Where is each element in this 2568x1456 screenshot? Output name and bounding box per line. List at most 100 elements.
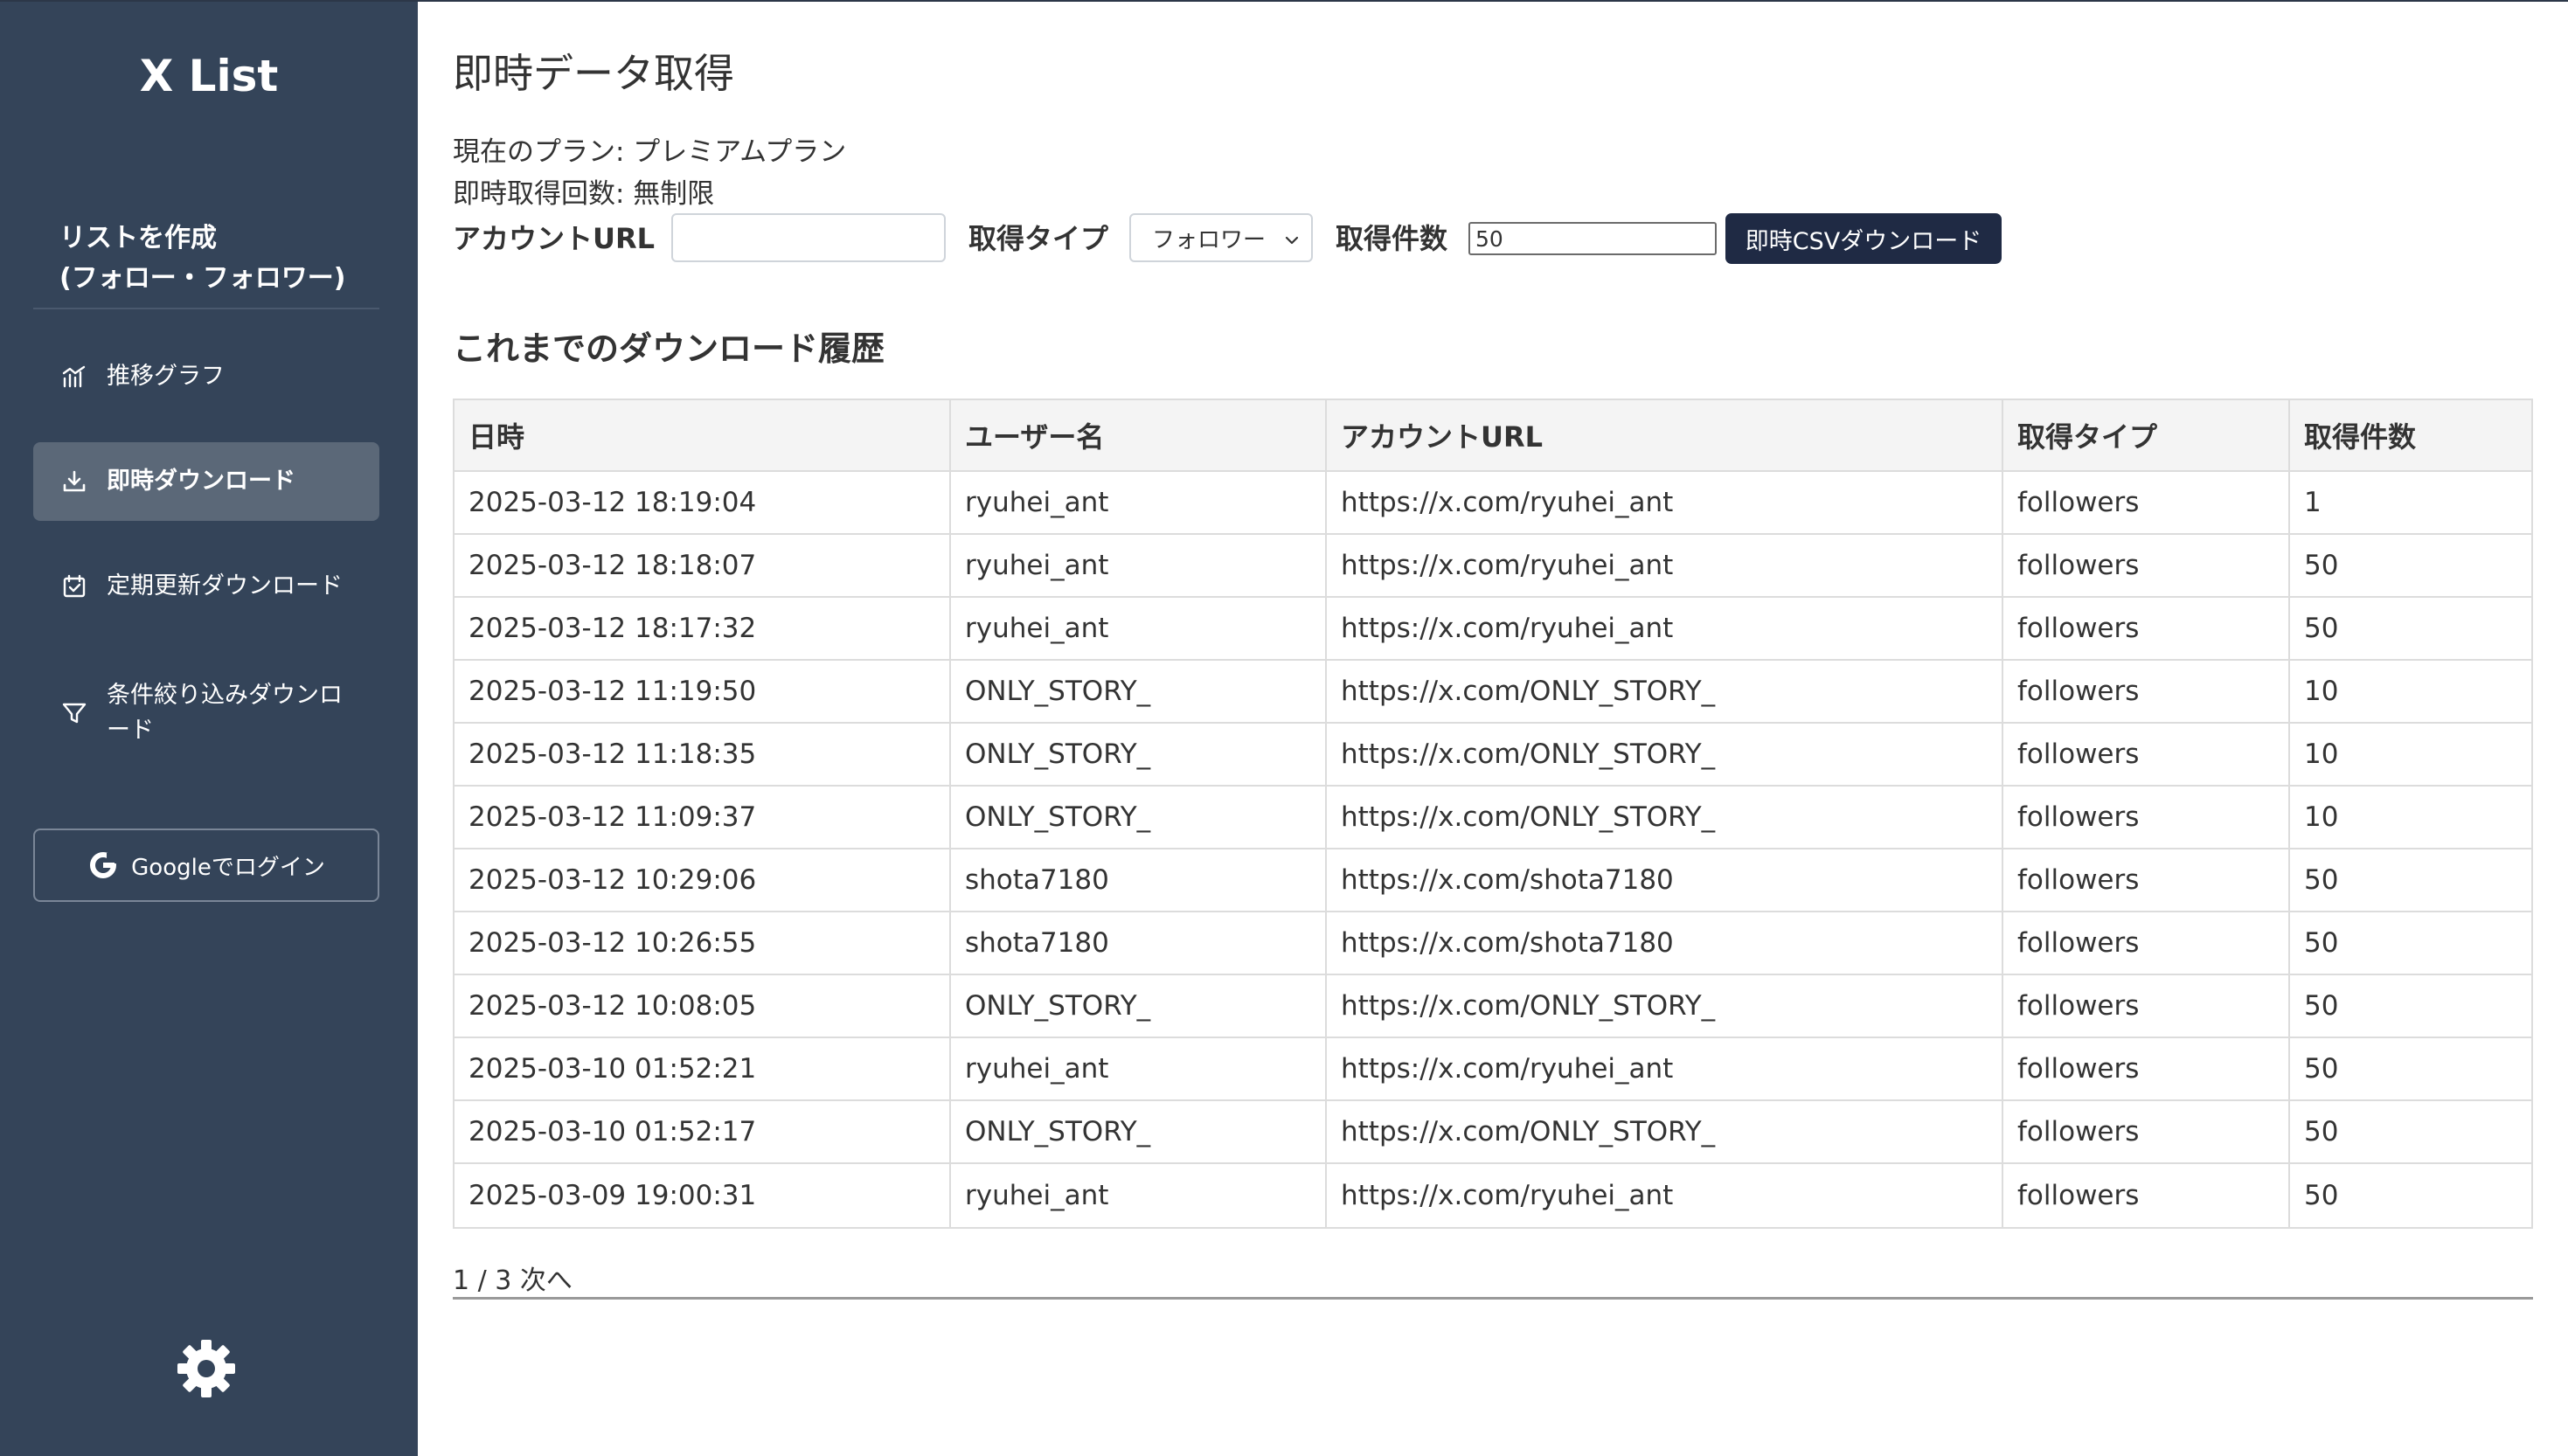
username-cell: ryuhei_ant <box>951 1164 1327 1227</box>
google-icon <box>87 849 119 881</box>
count-cell: 50 <box>2304 613 2339 644</box>
next-page-link[interactable]: 次へ <box>520 1265 573 1296</box>
account-url-cell: https://x.com/ryuhei_ant <box>1327 472 2003 533</box>
datetime-cell: 2025-03-12 10:29:06 <box>455 849 951 911</box>
sidebar-item-trend-graph[interactable]: 推移グラフ <box>33 337 379 416</box>
quota-text: 即時取得回数: 無制限 <box>453 178 715 210</box>
count-cell: 10 <box>2304 801 2339 833</box>
table-row: 2025-03-12 11:19:50 ONLY_STORY_ https://x.… <box>455 661 2531 724</box>
sidebar-item-instant-download[interactable]: 即時ダウンロード <box>33 442 379 521</box>
count-cell: 50 <box>2304 550 2339 581</box>
sidebar-item-label: 推移グラフ <box>107 363 225 390</box>
type-cell: followers <box>2003 912 2290 974</box>
datetime-cell: 2025-03-10 01:52:21 <box>455 1038 951 1099</box>
download-icon <box>59 467 89 496</box>
table-row: 2025-03-10 01:52:21 ryuhei_ant https://x.c… <box>455 1038 2531 1101</box>
account-url-cell: https://x.com/ONLY_STORY_ <box>1327 661 2003 722</box>
type-cell: followers <box>2003 598 2290 659</box>
type-cell: followers <box>2003 1101 2290 1162</box>
sidebar-divider <box>33 308 379 309</box>
count-cell: 50 <box>2304 864 2339 896</box>
datetime-cell: 2025-03-12 11:09:37 <box>455 787 951 848</box>
account-url-cell: https://x.com/ONLY_STORY_ <box>1327 724 2003 785</box>
type-cell: followers <box>2003 849 2290 911</box>
datetime-cell: 2025-03-12 10:08:05 <box>455 975 951 1037</box>
count-cell: 50 <box>2304 1116 2339 1147</box>
table-row: 2025-03-12 10:29:06 shota7180 https://x.co… <box>455 849 2531 912</box>
datetime-cell: 2025-03-10 01:52:17 <box>455 1101 951 1162</box>
account-url-input[interactable] <box>671 213 946 262</box>
table-header-cell: 日時 <box>455 400 951 470</box>
account-url-cell: https://x.com/ONLY_STORY_ <box>1327 975 2003 1037</box>
account-url-cell: https://x.com/ryuhei_ant <box>1327 535 2003 596</box>
account-url-cell: https://x.com/ONLY_STORY_ <box>1327 787 2003 848</box>
count-cell: 10 <box>2304 738 2339 770</box>
create-list-heading-line2: (フォロー・フォロワー) <box>59 263 346 294</box>
table-header-cell: 取得件数 <box>2304 420 2417 454</box>
username-cell: ryuhei_ant <box>951 472 1327 533</box>
chevron-down-icon <box>1283 229 1301 255</box>
table-row: 2025-03-12 11:09:37 ONLY_STORY_ https://x.… <box>455 787 2531 849</box>
page-title: 即時データ取得 <box>453 50 734 97</box>
table-header-row: 日時 ユーザー名 アカウントURL 取得タイプ 取得件数 <box>455 400 2531 472</box>
filter-icon <box>59 698 89 728</box>
table-row: 2025-03-10 01:52:17 ONLY_STORY_ https://x.… <box>455 1101 2531 1164</box>
pagination-divider <box>453 1297 2533 1300</box>
instant-csv-download-button[interactable]: 即時CSVダウンロード <box>1725 213 2002 264</box>
sidebar: X List リストを作成 (フォロー・フォロワー) 推移グラフ 即時ダウンロー… <box>0 0 418 1456</box>
sidebar-item-label-line1: 条件絞り込みダウンロ <box>107 682 343 709</box>
username-cell: ONLY_STORY_ <box>951 787 1327 848</box>
table-row: 2025-03-12 10:08:05 ONLY_STORY_ https://x.… <box>455 975 2531 1038</box>
sidebar-item-scheduled-download[interactable]: 定期更新ダウンロード <box>33 547 379 626</box>
username-cell: ONLY_STORY_ <box>951 1101 1327 1162</box>
sidebar-item-label: 条件絞り込みダウンロ ード <box>107 678 343 748</box>
type-cell: followers <box>2003 724 2290 785</box>
count-label: 取得件数 <box>1336 222 1448 255</box>
google-login-label: Googleでログイン <box>131 854 325 881</box>
count-input[interactable]: 50 <box>1468 222 1717 255</box>
chart-icon <box>59 362 89 392</box>
current-plan-text: 現在のプラン: プレミアムプラン <box>453 136 847 168</box>
pagination-status: 1 / 3 <box>453 1265 512 1296</box>
instant-download-form: アカウントURL 取得タイプ フォロワー 取得件数 50 即時CSVダウンロード <box>453 210 2533 266</box>
type-cell: followers <box>2003 975 2290 1037</box>
account-url-label: アカウントURL <box>453 222 656 255</box>
type-label: 取得タイプ <box>968 222 1109 255</box>
username-cell: ONLY_STORY_ <box>951 724 1327 785</box>
type-cell: followers <box>2003 535 2290 596</box>
sidebar-item-filtered-download[interactable]: 条件絞り込みダウンロ ード <box>33 669 379 757</box>
type-cell: followers <box>2003 1164 2290 1227</box>
username-cell: shota7180 <box>951 912 1327 974</box>
type-cell: followers <box>2003 661 2290 722</box>
username-cell: shota7180 <box>951 849 1327 911</box>
count-cell: 1 <box>2304 487 2322 518</box>
table-row: 2025-03-12 18:19:04 ryuhei_ant https://x.c… <box>455 472 2531 535</box>
gear-icon[interactable] <box>175 1337 238 1400</box>
table-header-cell: ユーザー名 <box>951 400 1327 470</box>
account-url-cell: https://x.com/ryuhei_ant <box>1327 1164 2003 1227</box>
username-cell: ONLY_STORY_ <box>951 661 1327 722</box>
account-url-cell: https://x.com/ryuhei_ant <box>1327 1038 2003 1099</box>
table-row: 2025-03-12 11:18:35 ONLY_STORY_ https://x.… <box>455 724 2531 787</box>
create-list-heading-line1: リストを作成 <box>59 223 217 253</box>
account-url-cell: https://x.com/shota7180 <box>1327 912 2003 974</box>
type-cell: followers <box>2003 472 2290 533</box>
table-body: 2025-03-12 18:19:04 ryuhei_ant https://x.c… <box>455 472 2531 1227</box>
app-logo: X List <box>139 51 279 101</box>
table-row: 2025-03-09 19:00:31 ryuhei_ant https://x.c… <box>455 1164 2531 1227</box>
username-cell: ryuhei_ant <box>951 598 1327 659</box>
create-list-heading[interactable]: リストを作成 (フォロー・フォロワー) <box>59 218 345 299</box>
username-cell: ryuhei_ant <box>951 1038 1327 1099</box>
type-select[interactable]: フォロワー <box>1129 213 1313 262</box>
username-cell: ryuhei_ant <box>951 535 1327 596</box>
type-select-value: フォロワー <box>1152 226 1267 253</box>
datetime-cell: 2025-03-12 18:19:04 <box>455 472 951 533</box>
count-cell: 50 <box>2304 1053 2339 1085</box>
datetime-cell: 2025-03-12 10:26:55 <box>455 912 951 974</box>
google-login-button[interactable]: Googleでログイン <box>33 829 379 902</box>
username-cell: ONLY_STORY_ <box>951 975 1327 1037</box>
count-cell: 50 <box>2304 927 2339 959</box>
sidebar-item-label: 即時ダウンロード <box>107 468 295 495</box>
account-url-cell: https://x.com/shota7180 <box>1327 849 2003 911</box>
top-border <box>0 0 2568 2</box>
